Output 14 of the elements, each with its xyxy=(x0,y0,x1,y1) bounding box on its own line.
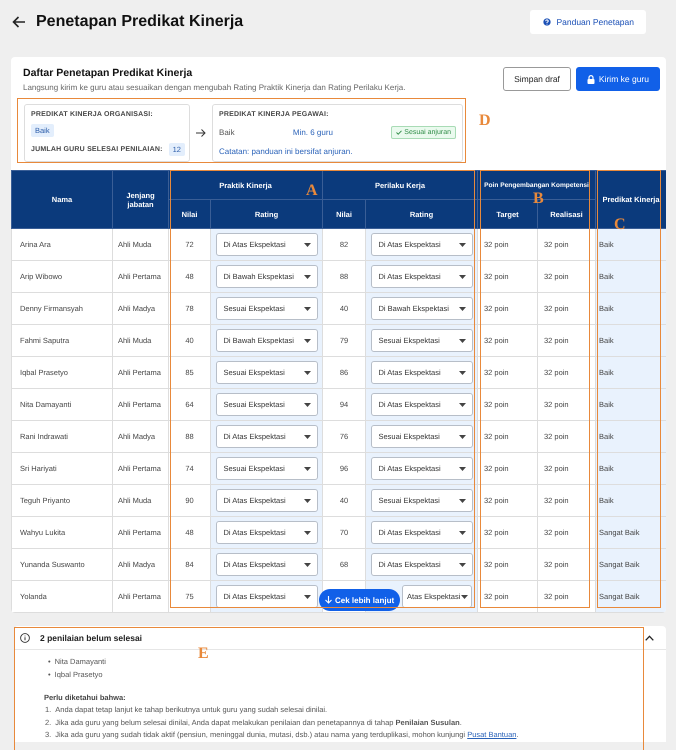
save-draft-button[interactable]: Simpan draf xyxy=(503,67,571,91)
guide-button[interactable]: Panduan Penetapan xyxy=(530,10,646,34)
note-text: Catatan: panduan ini bersifat anjuran. xyxy=(219,147,354,156)
send-button[interactable]: Kirim ke guru xyxy=(576,67,660,91)
minimum-text: Min. 6 guru xyxy=(292,128,333,137)
predicate-value: Baik xyxy=(219,128,235,137)
annotation-label: D xyxy=(479,112,491,130)
annotation-label: A xyxy=(306,182,318,200)
check-more-button[interactable]: Cek lebih lanjut xyxy=(319,589,400,611)
page-title: Penetapan Predikat Kinerja xyxy=(36,13,244,31)
annotation-label: E xyxy=(198,645,209,663)
card-subtitle: Langsung kirim ke guru atau sesuaikan dengan mengubah Rating Praktik Kinerja dan Rating Perilaku Kerja. xyxy=(23,83,406,92)
card-title: Daftar Penetapan Predikat Kinerja xyxy=(23,67,194,79)
notice-title: 2 penilaian belum selesai xyxy=(40,632,142,642)
